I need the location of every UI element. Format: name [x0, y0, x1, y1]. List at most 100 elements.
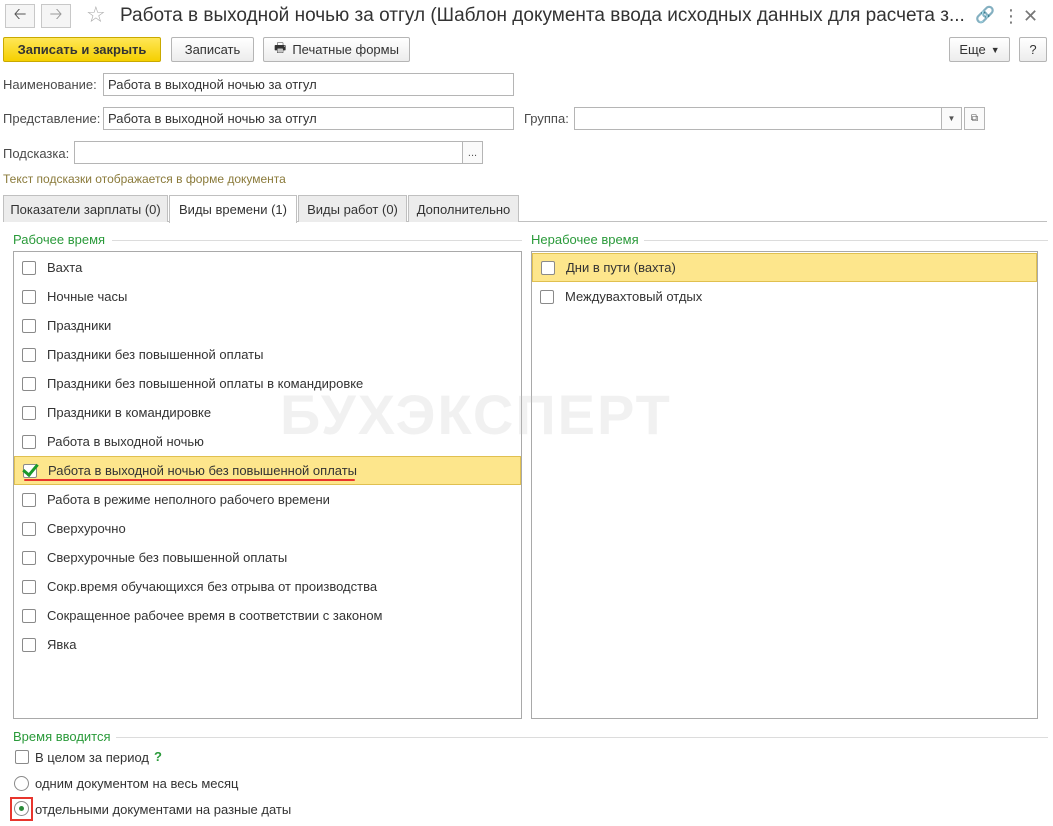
tab-work-types[interactable]: Виды работ (0): [298, 195, 407, 222]
list-item[interactable]: Работа в режиме неполного рабочего време…: [14, 485, 521, 514]
non-working-time-list[interactable]: Дни в пути (вахта) Междувахтовый отдых: [531, 251, 1038, 719]
hint-note: Текст подсказки отображается в форме док…: [3, 172, 286, 186]
working-time-caption: Рабочее время: [13, 232, 106, 247]
chevron-down-icon: ▼: [947, 114, 956, 123]
name-label: Наименование:: [3, 77, 97, 92]
list-item[interactable]: Сверхурочные без повышенной оплаты: [14, 543, 521, 572]
list-item[interactable]: Вахта: [14, 253, 521, 282]
arrow-left-icon: 🡠: [13, 5, 27, 23]
list-item-checkbox[interactable]: [22, 521, 36, 536]
more-button[interactable]: Еще ▼: [949, 37, 1010, 62]
presentation-field[interactable]: Работа в выходной ночью за отгул: [103, 107, 514, 130]
time-entry-caption: Время вводится: [13, 729, 111, 744]
list-item-checkbox[interactable]: [22, 347, 36, 362]
list-item-label: Сокр.время обучающихся без отрыва от про…: [47, 579, 378, 594]
radio-one-document-month[interactable]: [14, 776, 29, 791]
list-item-label: Работа в выходной ночью без повышенной о…: [48, 463, 358, 478]
list-item-label: Праздники в командировке: [47, 405, 212, 420]
hint-select-button[interactable]: ...: [462, 141, 483, 164]
hint-field[interactable]: [74, 141, 463, 164]
list-item-label: Сверхурочно: [47, 521, 126, 536]
name-field[interactable]: Работа в выходной ночью за отгул: [103, 73, 514, 96]
list-item-checkbox[interactable]: [22, 550, 36, 565]
tab-salary-indicators[interactable]: Показатели зарплаты (0): [3, 195, 168, 222]
list-item[interactable]: Ночные часы: [14, 282, 521, 311]
print-forms-button[interactable]: 🖶 Печатные формы: [263, 37, 410, 62]
link-icon[interactable]: 🔗: [975, 4, 995, 28]
radio-highlight-box: [10, 797, 33, 821]
whole-period-help-icon[interactable]: ?: [154, 749, 162, 764]
working-time-caption-line: [112, 240, 522, 241]
tab-additional[interactable]: Дополнительно: [408, 195, 519, 222]
list-item-checkbox[interactable]: [23, 463, 37, 478]
list-item-checkbox[interactable]: [22, 260, 36, 275]
list-item[interactable]: Праздники в командировке: [14, 398, 521, 427]
list-item[interactable]: Сокр.время обучающихся без отрыва от про…: [14, 572, 521, 601]
list-item-label: Работа в выходной ночью: [47, 434, 204, 449]
whole-period-label: В целом за период: [35, 750, 149, 765]
presentation-label: Представление:: [3, 111, 101, 126]
save-button[interactable]: Записать: [171, 37, 254, 62]
list-item-checkbox[interactable]: [22, 318, 36, 333]
close-icon[interactable]: ✕: [1023, 4, 1038, 28]
help-button[interactable]: ?: [1019, 37, 1047, 62]
list-item-checkbox[interactable]: [541, 260, 555, 275]
list-item[interactable]: Праздники без повышенной оплаты: [14, 340, 521, 369]
list-item[interactable]: Праздники без повышенной оплаты в команд…: [14, 369, 521, 398]
list-item-label: Сокращенное рабочее время в соответствии…: [47, 608, 383, 623]
list-item-label: Праздники без повышенной оплаты: [47, 347, 264, 362]
hint-label: Подсказка:: [3, 146, 70, 161]
list-item-label: Праздники без повышенной оплаты в команд…: [47, 376, 364, 391]
group-open-button[interactable]: ⧉: [964, 107, 985, 130]
highlight-underline: [24, 479, 355, 481]
list-item-label: Вахта: [47, 260, 83, 275]
list-item-label: Ночные часы: [47, 289, 128, 304]
list-item[interactable]: Междувахтовый отдых: [532, 282, 1037, 311]
working-time-list[interactable]: Вахта Ночные часы Праздники Праздники без п…: [13, 251, 522, 719]
list-item-checkbox[interactable]: [22, 376, 36, 391]
list-item-label: Работа в режиме неполного рабочего време…: [47, 492, 330, 507]
window-title: Работа в выходной ночью за отгул (Шаблон…: [120, 5, 965, 26]
whole-period-checkbox[interactable]: [15, 750, 29, 764]
more-label: Еще: [959, 42, 986, 57]
back-button[interactable]: 🡠: [5, 4, 35, 28]
group-label: Группа:: [524, 111, 569, 126]
time-entry-caption-line: [116, 737, 1048, 738]
list-item-label: Дни в пути (вахта): [566, 260, 676, 275]
list-item[interactable]: Явка: [14, 630, 521, 659]
non-working-time-caption-line: [644, 240, 1048, 241]
list-item-label: Явка: [47, 637, 77, 652]
open-icon: ⧉: [970, 113, 979, 124]
list-item-checkbox[interactable]: [22, 637, 36, 652]
ellipsis-icon: ...: [467, 146, 478, 159]
list-item[interactable]: Сверхурочно: [14, 514, 521, 543]
print-forms-label: Печатные формы: [292, 42, 399, 57]
list-item-checkbox[interactable]: [22, 492, 36, 507]
radio-separate-documents-label: отдельными документами на разные даты: [35, 802, 292, 817]
list-item[interactable]: Дни в пути (вахта): [532, 253, 1037, 282]
list-item-label: Сверхурочные без повышенной оплаты: [47, 550, 288, 565]
arrow-right-icon: 🡢: [49, 5, 63, 23]
list-item[interactable]: Сокращенное рабочее время в соответствии…: [14, 601, 521, 630]
forward-button[interactable]: 🡢: [41, 4, 71, 28]
group-field[interactable]: [574, 107, 942, 130]
tab-time-types[interactable]: Виды времени (1): [169, 195, 297, 223]
star-icon[interactable]: ☆: [86, 2, 106, 28]
list-item-checkbox[interactable]: [22, 289, 36, 304]
list-item-checkbox[interactable]: [22, 608, 36, 623]
list-item[interactable]: Праздники: [14, 311, 521, 340]
list-item-label: Междувахтовый отдых: [565, 289, 703, 304]
list-item-checkbox[interactable]: [22, 579, 36, 594]
list-item-checkbox[interactable]: [22, 434, 36, 449]
radio-one-document-month-label: одним документом на весь месяц: [35, 776, 239, 791]
group-dropdown-button[interactable]: ▼: [941, 107, 962, 130]
list-item-checkbox[interactable]: [540, 289, 554, 304]
printer-icon: 🖶: [274, 39, 287, 55]
chevron-down-icon: ▼: [990, 44, 1000, 55]
more-vertical-icon[interactable]: ⋮: [1002, 4, 1020, 28]
list-item-label: Праздники: [47, 318, 112, 333]
save-and-close-button[interactable]: Записать и закрыть: [3, 37, 161, 62]
list-item[interactable]: Работа в выходной ночью: [14, 427, 521, 456]
non-working-time-caption: Нерабочее время: [531, 232, 639, 247]
list-item-checkbox[interactable]: [22, 405, 36, 420]
